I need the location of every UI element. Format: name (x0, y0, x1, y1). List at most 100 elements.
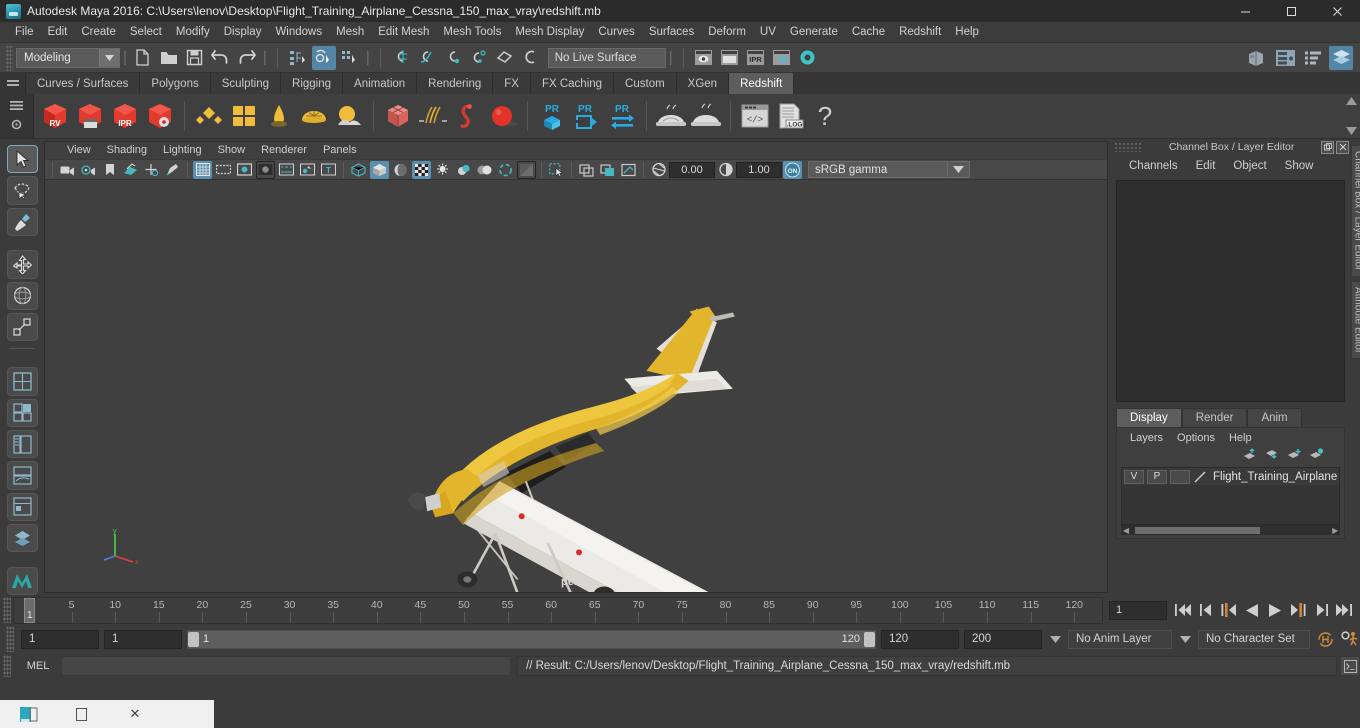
save-scene-icon[interactable] (183, 46, 207, 70)
current-time-indicator[interactable]: 1 (24, 597, 35, 623)
step-back-key-icon[interactable] (1196, 600, 1216, 620)
select-by-component-icon[interactable] (338, 46, 362, 70)
layer-shading-toggle[interactable] (1170, 469, 1190, 484)
maya-logo-icon[interactable] (6, 566, 38, 595)
menu-create[interactable]: Create (74, 23, 123, 41)
select-by-hierarchy-icon[interactable] (286, 46, 310, 70)
range-right-handle[interactable] (864, 631, 875, 647)
xray-joints-2-icon[interactable] (619, 161, 638, 179)
redshift-render-sequence-icon[interactable] (73, 98, 107, 134)
scale-tool[interactable] (6, 312, 38, 342)
show-hide-modeling-toolkit-icon[interactable] (1245, 46, 1269, 70)
gate-mask-icon[interactable] (256, 160, 275, 179)
maximize-button[interactable] (1268, 0, 1314, 22)
close-panel-button[interactable] (1336, 140, 1350, 154)
smooth-shade-all-icon[interactable] (370, 160, 389, 179)
redshift-pr-export-icon[interactable]: PR (570, 98, 604, 134)
render-sequence-icon[interactable] (718, 46, 742, 70)
character-set-select[interactable]: No Character Set (1198, 629, 1310, 649)
gamma-adjust-icon[interactable] (716, 161, 735, 179)
playback-start-field[interactable]: 1 (104, 629, 182, 649)
redshift-texture-icon[interactable] (227, 98, 261, 134)
viewport-menu-renderer[interactable]: Renderer (253, 144, 315, 156)
viewport-menu-panels[interactable]: Panels (315, 144, 365, 156)
paint-select-tool[interactable] (6, 207, 38, 237)
camera-attributes-icon[interactable] (79, 161, 98, 179)
redshift-bake-icon[interactable] (654, 98, 688, 134)
scrollbar-thumb[interactable] (1135, 526, 1260, 534)
move-layer-down-icon[interactable] (1265, 447, 1280, 465)
range-left-handle[interactable] (188, 631, 199, 647)
channelbox-menu-show[interactable]: Show (1276, 160, 1323, 172)
shadows-icon[interactable] (433, 161, 452, 179)
film-gate-icon[interactable] (214, 161, 233, 179)
channelbox-menu-edit[interactable]: Edit (1187, 160, 1225, 172)
use-all-lights-icon[interactable] (412, 160, 431, 179)
redshift-dome-light-icon[interactable] (297, 98, 331, 134)
play-backwards-icon[interactable] (1242, 600, 1262, 620)
menu-windows[interactable]: Windows (268, 23, 329, 41)
xray-joints-icon[interactable]: T (319, 161, 338, 179)
grid-toggle-icon[interactable] (193, 160, 212, 179)
tab-display[interactable]: Display (1116, 408, 1182, 427)
gamma-field[interactable]: 1.00 (736, 161, 782, 178)
layer-list-scrollbar[interactable]: ◀ ▶ (1121, 525, 1341, 535)
shelf-tab-curves-surfaces[interactable]: Curves / Surfaces (26, 73, 141, 94)
outliner-persp-layout[interactable] (6, 524, 38, 553)
anim-layer-select[interactable]: No Anim Layer (1068, 629, 1172, 649)
menu-cache[interactable]: Cache (845, 23, 892, 41)
rotate-tool[interactable] (6, 281, 38, 310)
film-origin-icon[interactable] (277, 161, 296, 179)
character-set-chevron-down-icon[interactable] (1177, 635, 1193, 643)
step-back-frame-icon[interactable] (1219, 600, 1239, 620)
shelf-tab-fx-caching[interactable]: FX Caching (530, 73, 615, 94)
exposure-adjust-icon[interactable] (649, 161, 668, 179)
wireframe-shading-icon[interactable] (349, 161, 368, 179)
undock-button[interactable] (1321, 140, 1335, 154)
screen-space-ambient-occlusion-icon[interactable] (454, 161, 473, 179)
new-layer-from-selected-icon[interactable] (1309, 447, 1324, 465)
minimize-button[interactable] (1222, 0, 1268, 22)
open-scene-icon[interactable] (157, 46, 181, 70)
menu-file[interactable]: File (8, 23, 41, 41)
resolution-gate-icon[interactable] (235, 161, 254, 179)
menu-surfaces[interactable]: Surfaces (642, 23, 701, 41)
shelf-tab-rigging[interactable]: Rigging (281, 73, 344, 94)
close-taskbar-icon[interactable]: ✕ (108, 700, 162, 728)
motion-blur-icon[interactable] (475, 161, 494, 179)
range-slider-grip[interactable] (6, 626, 14, 652)
redshift-light-icon[interactable] (262, 98, 296, 134)
shelf-tab-rendering[interactable]: Rendering (417, 73, 494, 94)
redshift-settings-icon[interactable] (143, 98, 177, 134)
color-management-select[interactable]: sRGB gamma (808, 161, 948, 179)
channelbox-menu-object[interactable]: Object (1224, 160, 1275, 172)
panel-grip[interactable] (1114, 142, 1142, 152)
play-forwards-icon[interactable] (1265, 600, 1285, 620)
new-scene-icon[interactable] (131, 46, 155, 70)
snap-to-projected-center-icon[interactable] (467, 46, 491, 70)
shelf-tab-redshift[interactable]: Redshift (729, 73, 795, 94)
select-tool[interactable] (6, 145, 38, 174)
close-button[interactable] (1314, 0, 1360, 22)
scroll-right-arrow-icon[interactable]: ▶ (1330, 526, 1340, 535)
persp-outliner-layout[interactable] (6, 430, 38, 459)
hypershade-persp-layout[interactable] (6, 492, 38, 522)
lasso-select-tool[interactable] (6, 176, 38, 205)
redshift-pr-object-icon[interactable]: PR (535, 98, 569, 134)
window-taskbar-icon[interactable] (54, 700, 108, 728)
script-editor-icon[interactable] (1340, 656, 1360, 676)
anim-layer-chevron-down-icon[interactable] (1047, 635, 1063, 643)
redshift-render-view-icon[interactable]: RV (38, 98, 72, 134)
menu-display[interactable]: Display (217, 23, 269, 41)
menu-curves[interactable]: Curves (591, 23, 641, 41)
step-forward-frame-icon[interactable] (1288, 600, 1308, 620)
time-slider-track[interactable]: 1 5 10 15 20 25 30 35 40 45 50 55 60 65 70 75 80 85 90 95 1… (13, 596, 1103, 624)
command-line-grip[interactable] (3, 655, 11, 677)
select-by-object-icon[interactable] (311, 45, 336, 70)
viewport-menu-show[interactable]: Show (210, 144, 254, 156)
smooth-shade-textured-icon[interactable] (391, 161, 410, 179)
snap-to-curve-icon[interactable] (415, 46, 439, 70)
color-management-chevron-down-icon[interactable] (948, 161, 970, 179)
single-perspective-view-layout[interactable] (6, 367, 38, 396)
snap-to-point-icon[interactable] (441, 46, 465, 70)
